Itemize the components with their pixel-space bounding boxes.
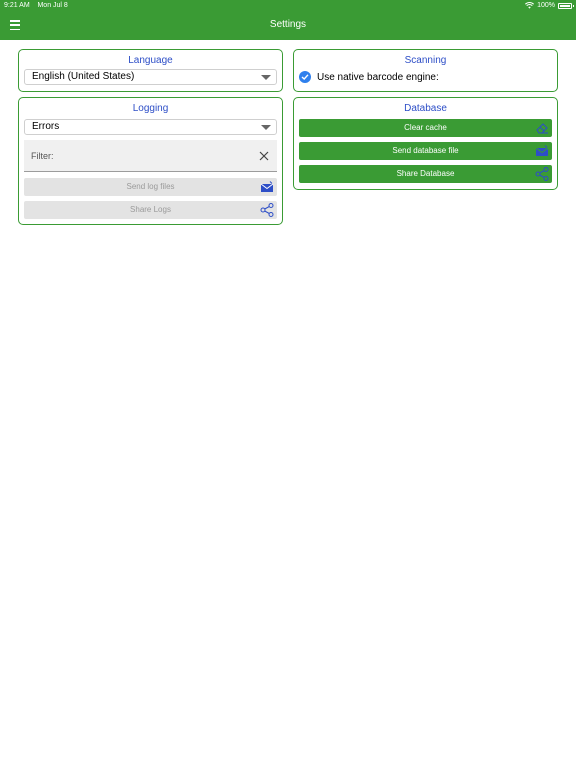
language-panel: Language English (United States) <box>18 49 283 92</box>
eraser-icon <box>536 123 548 134</box>
logging-title: Logging <box>132 103 169 114</box>
status-time: 9:21 AM <box>4 2 30 9</box>
status-bar-left: 9:21 AM Mon Jul 8 <box>4 2 68 9</box>
send-database-file-button[interactable]: Send database file <box>299 142 552 160</box>
checkmark-icon <box>301 74 309 80</box>
battery-percent: 100% <box>537 2 555 9</box>
wifi-icon <box>525 2 535 9</box>
send-log-files-label: Send log files <box>126 182 175 191</box>
chevron-down-icon <box>261 125 271 130</box>
native-engine-label: Use native barcode engine: <box>317 71 439 83</box>
language-title: Language <box>128 55 173 66</box>
app-header: 9:21 AM Mon Jul 8 100% Settings <box>0 0 576 40</box>
scanning-panel: Scanning Use native barcode engine: <box>293 49 558 92</box>
log-level-value: Errors <box>32 121 60 132</box>
share-icon <box>260 203 274 217</box>
status-date: Mon Jul 8 <box>37 2 68 9</box>
language-picker[interactable]: English (United States) <box>24 69 277 85</box>
database-panel: Database Clear cache Send database file … <box>293 97 558 190</box>
filter-input[interactable]: Filter: <box>24 140 277 172</box>
share-logs-button[interactable]: Share Logs <box>24 201 277 219</box>
native-engine-row: Use native barcode engine: <box>299 71 439 83</box>
send-log-files-button[interactable]: Send log files <box>24 178 277 196</box>
mail-send-icon <box>260 181 274 192</box>
share-icon <box>535 167 549 181</box>
log-level-picker[interactable]: Errors <box>24 119 277 135</box>
database-title: Database <box>404 103 447 114</box>
status-bar-right: 100% <box>525 2 574 9</box>
page-title: Settings <box>269 19 307 30</box>
logging-panel: Logging Errors Filter: Send log files Sh… <box>18 97 283 225</box>
share-logs-label: Share Logs <box>130 205 171 214</box>
filter-placeholder: Filter: <box>31 151 54 161</box>
mail-send-icon <box>535 145 549 156</box>
send-database-file-label: Send database file <box>392 146 459 155</box>
language-value: English (United States) <box>32 71 135 82</box>
share-database-button[interactable]: Share Database <box>299 165 552 183</box>
clear-cache-button[interactable]: Clear cache <box>299 119 552 137</box>
native-engine-checkbox[interactable] <box>299 71 311 83</box>
share-database-label: Share Database <box>396 169 455 178</box>
scanning-title: Scanning <box>404 55 447 66</box>
close-icon[interactable] <box>259 151 269 161</box>
battery-icon <box>558 2 574 9</box>
chevron-down-icon <box>261 75 271 80</box>
clear-cache-label: Clear cache <box>404 123 447 132</box>
